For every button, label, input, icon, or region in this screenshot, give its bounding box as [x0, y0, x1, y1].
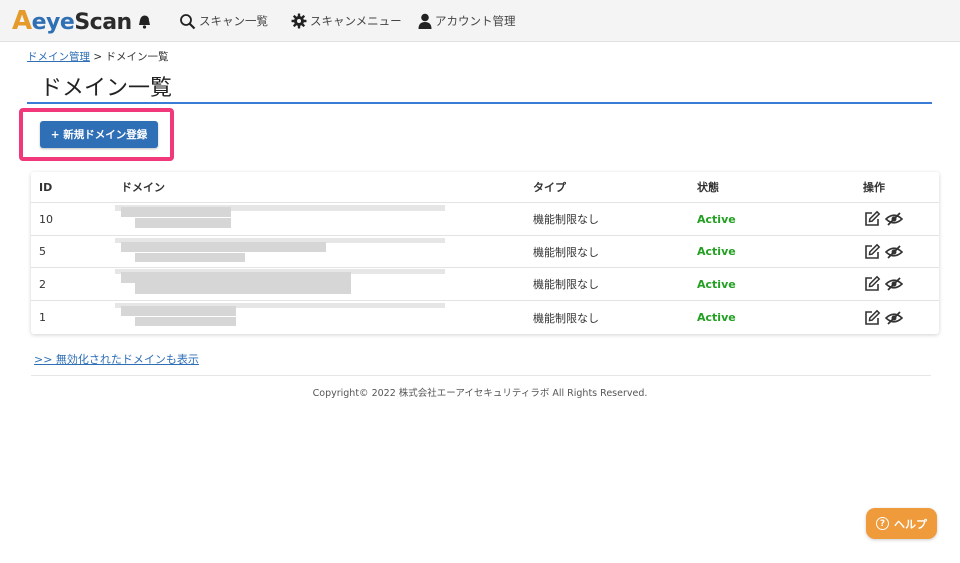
row-id: 2: [39, 277, 46, 291]
nav-account-label: アカウント管理: [435, 14, 516, 28]
top-navbar: AeyeScan スキャン一覧 スキャンメニュー アカウント管理: [0, 0, 960, 42]
breadcrumb-link-domain-management[interactable]: ドメイン管理: [27, 51, 90, 63]
row-id: 5: [39, 245, 46, 258]
col-header-id: ID: [39, 180, 53, 194]
domain-redacted: [115, 301, 451, 334]
hide-eye-icon[interactable]: [885, 309, 903, 327]
hide-eye-icon[interactable]: [885, 210, 903, 228]
col-header-domain: ドメイン: [121, 181, 165, 194]
nav-scan-list-label: スキャン一覧: [199, 14, 268, 28]
nav-scan-list[interactable]: スキャン一覧: [179, 12, 268, 30]
footer-divider: [31, 375, 931, 376]
domain-redacted: [115, 268, 451, 300]
row-type: 機能制限なし: [533, 213, 599, 226]
row-type: 機能制限なし: [533, 245, 599, 259]
table-row: 10 機能制限なし Active: [31, 203, 939, 236]
page-title: ドメイン一覧: [40, 76, 173, 101]
row-actions: [863, 301, 903, 334]
gear-icon: [291, 13, 307, 29]
domain-table: ID ドメイン タイプ 状態 操作 10 機能制限なし Active 5 機能制…: [31, 172, 939, 334]
user-icon: [418, 13, 432, 29]
nav-scan-menu[interactable]: スキャンメニュー: [291, 12, 402, 30]
status-badge: Active: [697, 311, 736, 324]
help-circle-icon: ?: [876, 517, 889, 530]
footer-copyright: Copyright© 2022 株式会社エーアイセキュリティラボ All Rig…: [312, 388, 648, 399]
nav-scan-menu-label: スキャンメニュー: [310, 14, 402, 28]
table-row: 1 機能制限なし Active: [31, 301, 939, 334]
status-badge: Active: [697, 245, 736, 258]
row-type: 機能制限なし: [533, 311, 599, 325]
row-id: 10: [39, 212, 53, 226]
edit-icon[interactable]: [863, 309, 881, 327]
col-header-ops: 操作: [863, 181, 885, 194]
row-id: 1: [39, 311, 46, 324]
breadcrumb: ドメイン管理 > ドメイン一覧: [27, 49, 168, 64]
table-row: 5 機能制限なし Active: [31, 236, 939, 268]
row-actions: [863, 203, 903, 235]
domain-redacted: [115, 236, 451, 267]
hide-eye-icon[interactable]: [885, 275, 903, 293]
help-button[interactable]: ? ヘルプ: [866, 508, 937, 539]
row-actions: [863, 268, 903, 300]
nav-account[interactable]: アカウント管理: [418, 12, 516, 30]
search-icon: [180, 13, 196, 29]
status-badge: Active: [697, 212, 736, 226]
edit-icon[interactable]: [863, 275, 881, 293]
breadcrumb-current: ドメイン一覧: [105, 51, 169, 63]
domain-redacted: [115, 203, 451, 235]
col-header-state: 状態: [697, 181, 719, 194]
row-actions: [863, 236, 903, 267]
breadcrumb-separator: >: [90, 51, 106, 63]
edit-icon[interactable]: [863, 210, 881, 228]
col-header-type: タイプ: [533, 181, 566, 194]
status-badge: Active: [697, 277, 736, 291]
app-logo[interactable]: AeyeScan: [12, 6, 132, 36]
table-row: 2 機能制限なし Active: [31, 268, 939, 301]
table-header-row: ID ドメイン タイプ 状態 操作: [31, 172, 939, 203]
show-disabled-domains-link[interactable]: >> 無効化されたドメインも表示: [34, 351, 199, 367]
notification-bell-icon[interactable]: [135, 12, 153, 30]
add-domain-button[interactable]: + 新規ドメイン登録: [40, 121, 158, 148]
row-type: 機能制限なし: [533, 278, 599, 291]
edit-icon[interactable]: [863, 243, 881, 261]
help-button-label: ヘルプ: [894, 517, 927, 531]
hide-eye-icon[interactable]: [885, 243, 903, 261]
title-divider: [27, 102, 932, 104]
